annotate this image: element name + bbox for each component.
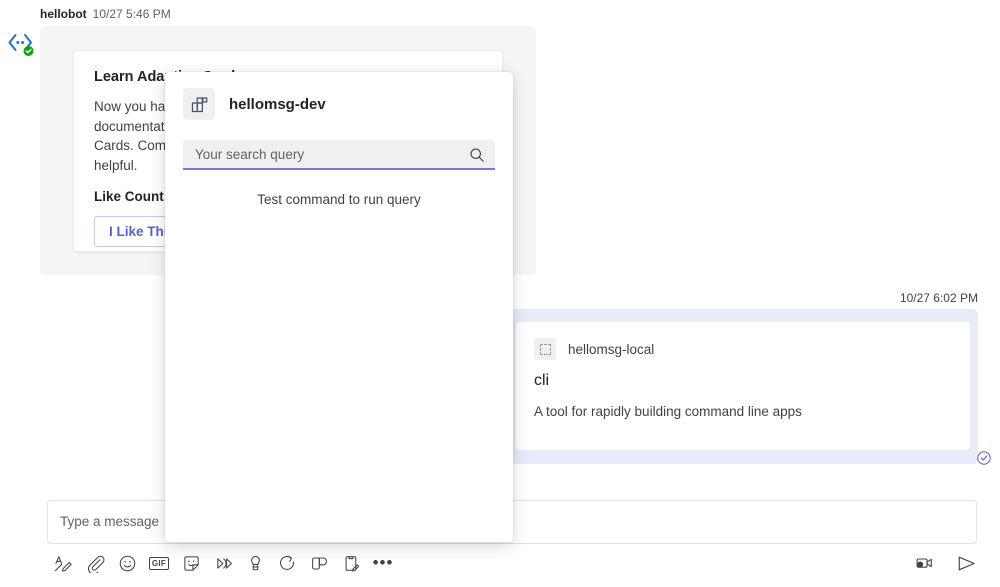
hero-card: hellomsg-local cli A tool for rapidly bu… xyxy=(516,322,970,450)
code-brackets-icon xyxy=(6,29,36,59)
teams-chat-window: hellobot10/27 5:46 PM Learn Adaptive Car… xyxy=(0,0,1000,587)
more-options-icon[interactable]: ••• xyxy=(367,549,399,577)
user-message-timestamp: 10/27 6:02 PM xyxy=(900,291,978,305)
popup-search-field[interactable] xyxy=(183,140,495,170)
sent-check-icon xyxy=(977,451,991,465)
video-clip-icon[interactable] xyxy=(908,549,940,577)
compose-right-actions xyxy=(908,548,982,578)
user-message-bubble: hellomsg-local cli A tool for rapidly bu… xyxy=(508,309,978,464)
command-box-popup: hellomsg-dev Test command to run query xyxy=(165,72,513,542)
bot-message-header: hellobot 10/27 5:46 PM xyxy=(40,7,171,21)
search-input[interactable] xyxy=(183,140,495,168)
send-icon[interactable] xyxy=(950,549,982,577)
apps-icon[interactable] xyxy=(303,549,335,577)
gif-icon[interactable]: GIF xyxy=(143,549,175,577)
popup-hint-text: Test command to run query xyxy=(165,192,513,207)
apps-grid-icon xyxy=(183,88,215,120)
stream-video-icon[interactable] xyxy=(207,549,239,577)
sticker-icon[interactable] xyxy=(175,549,207,577)
search-icon xyxy=(469,147,485,168)
hero-card-description: A tool for rapidly building command line… xyxy=(534,404,952,419)
popup-header: hellomsg-dev xyxy=(165,72,513,120)
card-app-row: hellomsg-local xyxy=(534,338,952,360)
compose-toolbar: GIF xyxy=(47,548,399,578)
message-timestamp: 10/27 5:46 PM xyxy=(93,7,171,21)
praise-icon[interactable] xyxy=(239,549,271,577)
card-app-name: hellomsg-local xyxy=(568,342,654,357)
compose-placeholder: Type a message xyxy=(60,514,159,529)
emoji-icon[interactable] xyxy=(111,549,143,577)
format-icon[interactable] xyxy=(47,549,79,577)
popup-app-title: hellomsg-dev xyxy=(229,96,326,113)
message-author: hellobot xyxy=(40,7,87,21)
hero-card-title: cli xyxy=(534,372,952,390)
approvals-icon[interactable] xyxy=(335,549,367,577)
loop-icon[interactable] xyxy=(271,549,303,577)
placeholder-icon xyxy=(534,338,556,360)
attach-icon[interactable] xyxy=(79,549,111,577)
